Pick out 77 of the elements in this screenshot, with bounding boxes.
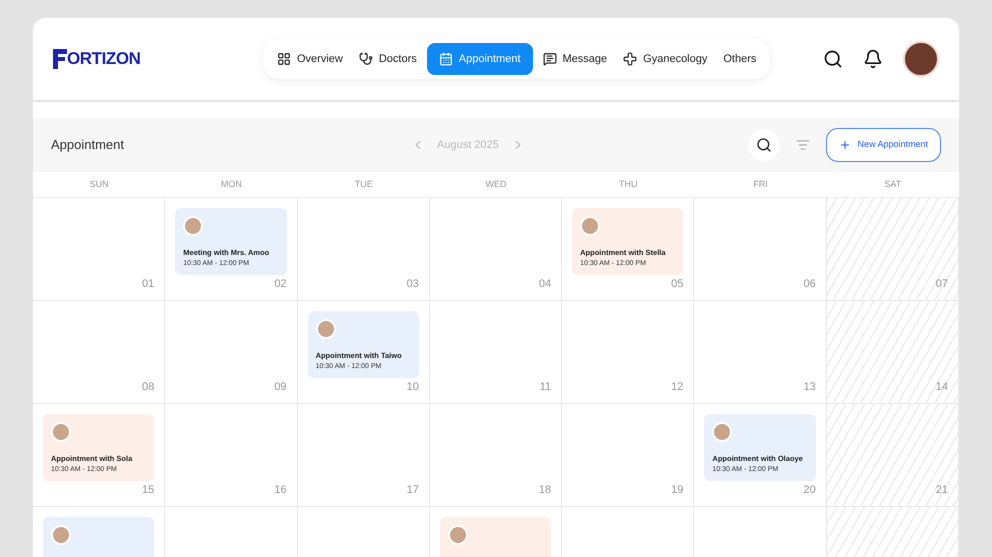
- plus-icon: [839, 139, 852, 151]
- grid-icon: [277, 52, 291, 66]
- day-cell[interactable]: 11: [430, 301, 562, 403]
- day-number: 12: [671, 380, 684, 394]
- logo: ORTIZON: [53, 46, 263, 72]
- nav-tab[interactable]: Appointment: [426, 43, 533, 75]
- day-number: 14: [936, 380, 948, 394]
- weekday-label: SAT: [883, 178, 902, 191]
- cross-icon: [623, 52, 638, 66]
- day-cell[interactable]: 07: [826, 198, 959, 300]
- month-label: August 2025: [437, 138, 499, 153]
- day-number: 05: [671, 276, 684, 292]
- day-cell[interactable]: 03: [298, 198, 430, 300]
- weekday-label: FRI: [752, 178, 769, 191]
- day-cell[interactable]: 08: [33, 301, 166, 403]
- filter-button[interactable]: [796, 138, 810, 152]
- logo-mark-icon: [53, 49, 67, 69]
- nav-tab[interactable]: Others: [717, 43, 762, 75]
- nav-tab[interactable]: Doctors: [352, 43, 423, 75]
- user-avatar[interactable]: [903, 41, 939, 77]
- avatar-placeholder: [51, 525, 71, 545]
- avatar-placeholder: [448, 525, 468, 545]
- day-number: 03: [406, 276, 419, 292]
- stethoscope-icon: [358, 52, 373, 66]
- day-number: 01: [142, 276, 154, 292]
- day-cell[interactable]: 14: [826, 301, 959, 403]
- day-number: 18: [538, 482, 552, 498]
- day-number: 06: [803, 276, 816, 292]
- page-title: Appointment: [51, 136, 125, 154]
- search-icon: [823, 49, 843, 69]
- day-number: 10: [406, 380, 419, 394]
- notifications-button[interactable]: [863, 49, 883, 69]
- weekday-label: SUN: [88, 178, 110, 191]
- avatar-placeholder: [51, 422, 71, 442]
- filter-icon: [796, 138, 810, 152]
- nav-tab[interactable]: Gyanecology: [617, 43, 714, 75]
- day-number: 20: [803, 482, 816, 498]
- weekday-label: WED: [484, 178, 508, 191]
- day-number: 11: [540, 380, 552, 394]
- weekday-label: MON: [220, 178, 243, 191]
- day-number: 15: [142, 482, 154, 498]
- day-number: 09: [274, 380, 287, 394]
- day-number: 07: [936, 276, 948, 292]
- weekday-label: TUE: [354, 178, 374, 191]
- weekday-label: THU: [618, 178, 639, 191]
- bell-icon: [863, 49, 883, 69]
- day-cell[interactable]: 06: [694, 198, 827, 300]
- day-number: 04: [538, 276, 552, 292]
- avatar-placeholder: [580, 216, 600, 236]
- calendar-icon: [438, 52, 453, 66]
- message-icon: [542, 52, 557, 66]
- search-button[interactable]: [748, 129, 780, 161]
- day-number: 17: [406, 482, 419, 498]
- day-number: 21: [936, 482, 948, 498]
- avatar-placeholder: [316, 319, 336, 339]
- day-number: 02: [274, 276, 287, 292]
- avatar-placeholder: [712, 422, 732, 442]
- new-appointment-button[interactable]: New Appointment: [826, 128, 941, 162]
- day-cell[interactable]: 17: [298, 404, 430, 506]
- day-number: 13: [803, 380, 816, 394]
- search-icon: [756, 137, 772, 153]
- day-number: 16: [274, 482, 287, 498]
- day-cell[interactable]: 18: [430, 404, 562, 506]
- day-cell[interactable]: 16: [165, 404, 298, 506]
- day-cell[interactable]: 01: [33, 198, 166, 300]
- avatar-placeholder: [183, 216, 204, 236]
- day-cell[interactable]: 13: [694, 301, 827, 403]
- day-number: 19: [671, 482, 684, 498]
- day-number: 08: [142, 380, 154, 394]
- day-cell[interactable]: 21: [826, 404, 959, 506]
- nav-tab[interactable]: Message: [536, 43, 614, 75]
- day-cell[interactable]: 04: [430, 198, 562, 300]
- day-cell[interactable]: 09: [165, 301, 298, 403]
- day-cell[interactable]: 12: [562, 301, 694, 403]
- day-cell[interactable]: 19: [562, 404, 694, 506]
- nav-tab[interactable]: Overview: [271, 43, 349, 75]
- search-button[interactable]: [823, 49, 843, 69]
